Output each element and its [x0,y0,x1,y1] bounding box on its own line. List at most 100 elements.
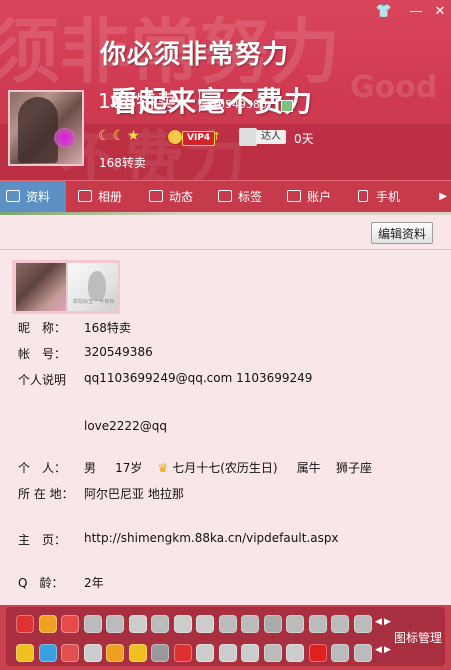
service-badge-icon[interactable] [173,615,192,633]
homepage-link[interactable]: http://shimengkm.88ka.cn/vipdefault.aspx [84,531,339,545]
birthday: 七月十七(农历生日) [172,461,278,475]
briefcase-icon [287,190,301,202]
photo-icon [78,190,92,202]
field-label: 个人说明 [18,373,67,387]
tab-phone[interactable]: 手机 [350,181,400,213]
scroll-right-icon[interactable]: ▶ [384,645,391,655]
service-badge-icon[interactable] [241,615,259,633]
field-homepage: 主 页： http://shimengkm.88ka.cn/vipdefault… [18,531,339,548]
edit-icon[interactable] [281,100,293,112]
tabs-scroll-right-icon[interactable]: ▶ [439,191,447,202]
profile-content: 编辑资料 如花似玉 一叶知秋 昵 称： 168特卖 帐 号： 320549386… [0,215,451,605]
service-icon-tray [6,607,445,666]
field-account: 帐 号： 320549386 [18,345,153,362]
field-value: 320549386 [84,345,153,359]
avatar[interactable] [8,90,84,166]
qq-level-moon-icon[interactable]: ☾☾★ [98,128,142,144]
service-badge-icon[interactable] [151,644,169,662]
field-label: Q 龄： [18,576,64,590]
service-badge-icon[interactable] [218,615,237,633]
divider [0,249,451,250]
service-badge-icon[interactable] [83,615,102,633]
account-number-small: 320549386 [204,98,267,111]
service-badge-icon[interactable] [196,644,214,662]
tag-icon [218,190,232,202]
field-description-line2: love2222@qq [18,419,167,433]
edit-profile-button[interactable]: 编辑资料 [371,222,433,244]
slogan-line-1: 你必须非常努力 [100,40,290,70]
field-value: love2222@qq [84,419,167,433]
close-button[interactable]: ✕ [431,4,449,20]
phone-icon [358,190,368,202]
service-badge-icon[interactable] [218,644,237,662]
service-badge-icon[interactable] [331,644,349,662]
service-badge-icon[interactable] [286,615,304,633]
talent-avatar-icon [239,128,257,146]
service-badge-icon[interactable] [61,615,79,633]
service-badge-icon[interactable] [308,615,327,633]
field-nickname: 昵 称： 168特卖 [18,319,131,336]
service-badge-icon[interactable] [196,615,214,633]
signature-text[interactable]: 168转卖 [99,154,146,171]
service-badge-icon[interactable] [308,644,327,662]
field-value: qq1103699249@qq.com 1103699249 [84,371,313,385]
icon-manager-link[interactable]: 图标管理 [394,629,442,646]
nickname-input[interactable] [96,88,203,114]
service-badge-icon[interactable] [241,644,259,662]
field-value: 2年 [84,576,104,590]
service-badge-icon[interactable] [263,615,282,633]
vip-up-arrow-icon: ↑ [212,130,222,143]
scroll-left-icon[interactable]: ◀ [375,645,382,655]
tab-bar: 资料 相册 动态 标签 账户 手机 ▶ [0,180,451,213]
talent-badge[interactable]: 达人 [256,130,286,144]
service-badge-icon[interactable] [16,644,34,662]
field-value: 男 17岁 ♛ 七月十七(农历生日) 属牛 狮子座 [84,459,372,476]
service-badge-icon[interactable] [83,644,102,662]
list-icon [149,190,163,202]
service-badge-icon[interactable] [106,644,124,662]
skin-button[interactable]: 👕 [375,4,393,20]
field-location: 所 在 地： 阿尔巴尼亚 地拉那 [18,485,184,502]
header-background-pattern: Good [350,70,438,105]
service-badge-icon[interactable] [128,615,147,633]
service-badge-icon[interactable] [128,644,147,662]
service-badge-icon[interactable] [331,615,349,633]
tab-feed[interactable]: 动态 [143,181,193,213]
footer-icon-bar: ◀ ▶ ◀ ▶ 图标管理 [0,605,451,670]
service-badge-icon[interactable] [16,615,34,633]
zodiac: 属牛 [296,461,321,475]
qq-profile-window: 须非常努力 Good 不费力 你必须非常努力 看起来毫不费力 👕 — ✕ 320… [0,0,451,670]
tab-label: 动态 [169,190,194,204]
field-label: 帐 号： [18,347,67,361]
field-qage: Q 龄： 2年 [18,574,104,591]
text-caret [199,90,200,112]
field-label: 主 页： [18,533,67,547]
service-badge-icon[interactable] [286,644,304,662]
service-badge-icon[interactable] [61,644,79,662]
tab-tags[interactable]: 标签 [212,181,262,213]
tab-account[interactable]: 账户 [281,181,331,213]
field-value: 168特卖 [84,321,131,335]
field-label: 昵 称： [18,321,67,335]
service-badge-icon[interactable] [106,615,124,633]
days-count: 0天 [294,132,314,146]
service-badge-icon[interactable] [353,615,372,633]
service-badge-icon[interactable] [263,644,282,662]
profile-header: 须非常努力 Good 不费力 你必须非常努力 看起来毫不费力 👕 — ✕ 320… [0,0,451,180]
scroll-right-icon[interactable]: ▶ [384,617,391,627]
tab-profile[interactable]: 资料 [0,181,66,213]
service-badge-icon[interactable] [151,615,169,633]
service-badge-icon[interactable] [38,615,57,633]
minimize-button[interactable]: — [407,4,425,20]
service-badge-icon[interactable] [173,644,192,662]
scroll-left-icon[interactable]: ◀ [375,617,382,627]
photo-thumbnail[interactable]: 如花似玉 一叶知秋 [68,263,118,311]
tab-album[interactable]: 相册 [72,181,122,213]
field-value: 阿尔巴尼亚 地拉那 [84,487,184,501]
service-badge-icon[interactable] [353,644,372,662]
vip-badge[interactable]: VIP4 [182,131,216,146]
service-badge-icon[interactable] [38,644,57,662]
crown-icon: ♛ [157,461,169,475]
penguin-icon [167,129,183,145]
photo-thumbnail[interactable] [16,263,66,311]
